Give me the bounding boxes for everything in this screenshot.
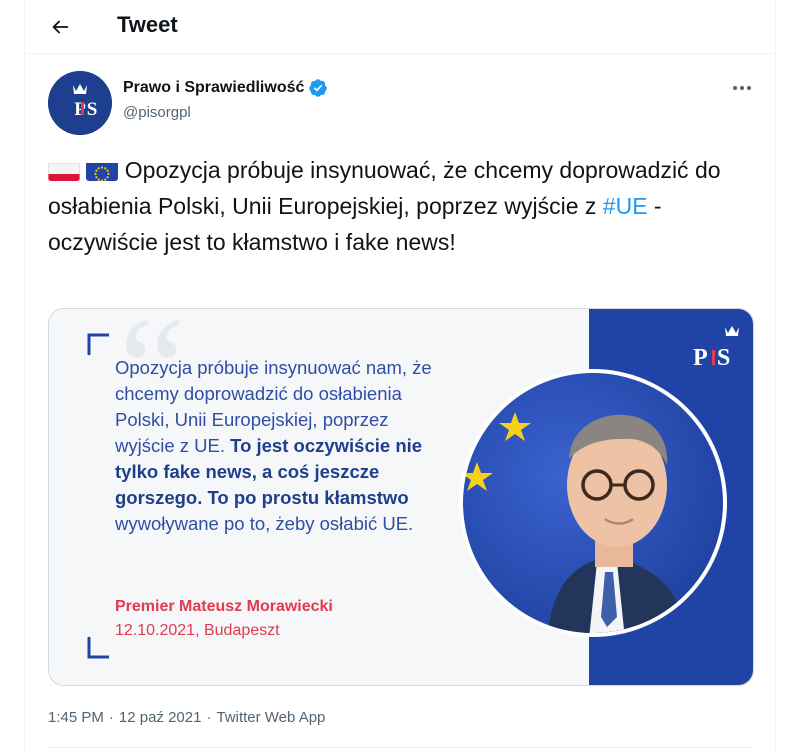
quote-text: Opozycja próbuje insynuować nam, że chce…: [115, 355, 445, 537]
flag-poland-icon: [48, 159, 80, 181]
tweet-image[interactable]: “ Opozycja próbuje insynuować nam, że ch…: [48, 308, 754, 686]
more-horizontal-icon: [733, 86, 751, 90]
page-title: Tweet: [117, 12, 178, 37]
flag-eu-icon: [86, 159, 119, 181]
verified-badge-icon: [309, 79, 328, 97]
svg-text:S: S: [87, 99, 98, 120]
quote-text-part2: wywoływane po to, żeby osłabić UE.: [115, 513, 414, 534]
tweet-text: Opozycja próbuje insynuować, że chcemy d…: [48, 152, 748, 260]
more-button[interactable]: [725, 76, 759, 100]
pis-logo: P S: [693, 326, 739, 371]
quote-author: Premier Mateusz Morawiecki: [115, 598, 333, 615]
quote-date: 12.10.2021, Budapeszt: [115, 622, 280, 639]
tweet-date[interactable]: 12 paź 2021: [119, 709, 202, 726]
portrait-photo: [459, 369, 727, 637]
meta-separator: ·: [108, 709, 114, 726]
page-header: Tweet: [25, 0, 777, 54]
arrow-left-icon: [52, 20, 69, 34]
tweet-column: Tweet P S Prawo i Sprawiedliwość @pisorg…: [24, 0, 777, 754]
divider: [48, 747, 754, 748]
svg-text:P: P: [74, 99, 86, 120]
avatar[interactable]: P S: [48, 71, 112, 135]
author-name-text: Prawo i Sprawiedliwość: [123, 79, 305, 96]
hashtag-link[interactable]: #UE: [603, 193, 648, 219]
tweet-meta: 1:45 PM · 12 paź 2021 · Twitter Web App: [48, 709, 325, 726]
author-handle[interactable]: @pisorgpl: [123, 104, 191, 121]
tweet-source[interactable]: Twitter Web App: [216, 709, 325, 726]
back-button[interactable]: [41, 8, 79, 46]
pis-logo-avatar: P S: [48, 71, 112, 135]
tweet-time[interactable]: 1:45 PM: [48, 709, 104, 726]
meta-separator: ·: [206, 709, 212, 726]
author-name[interactable]: Prawo i Sprawiedliwość: [123, 78, 328, 98]
